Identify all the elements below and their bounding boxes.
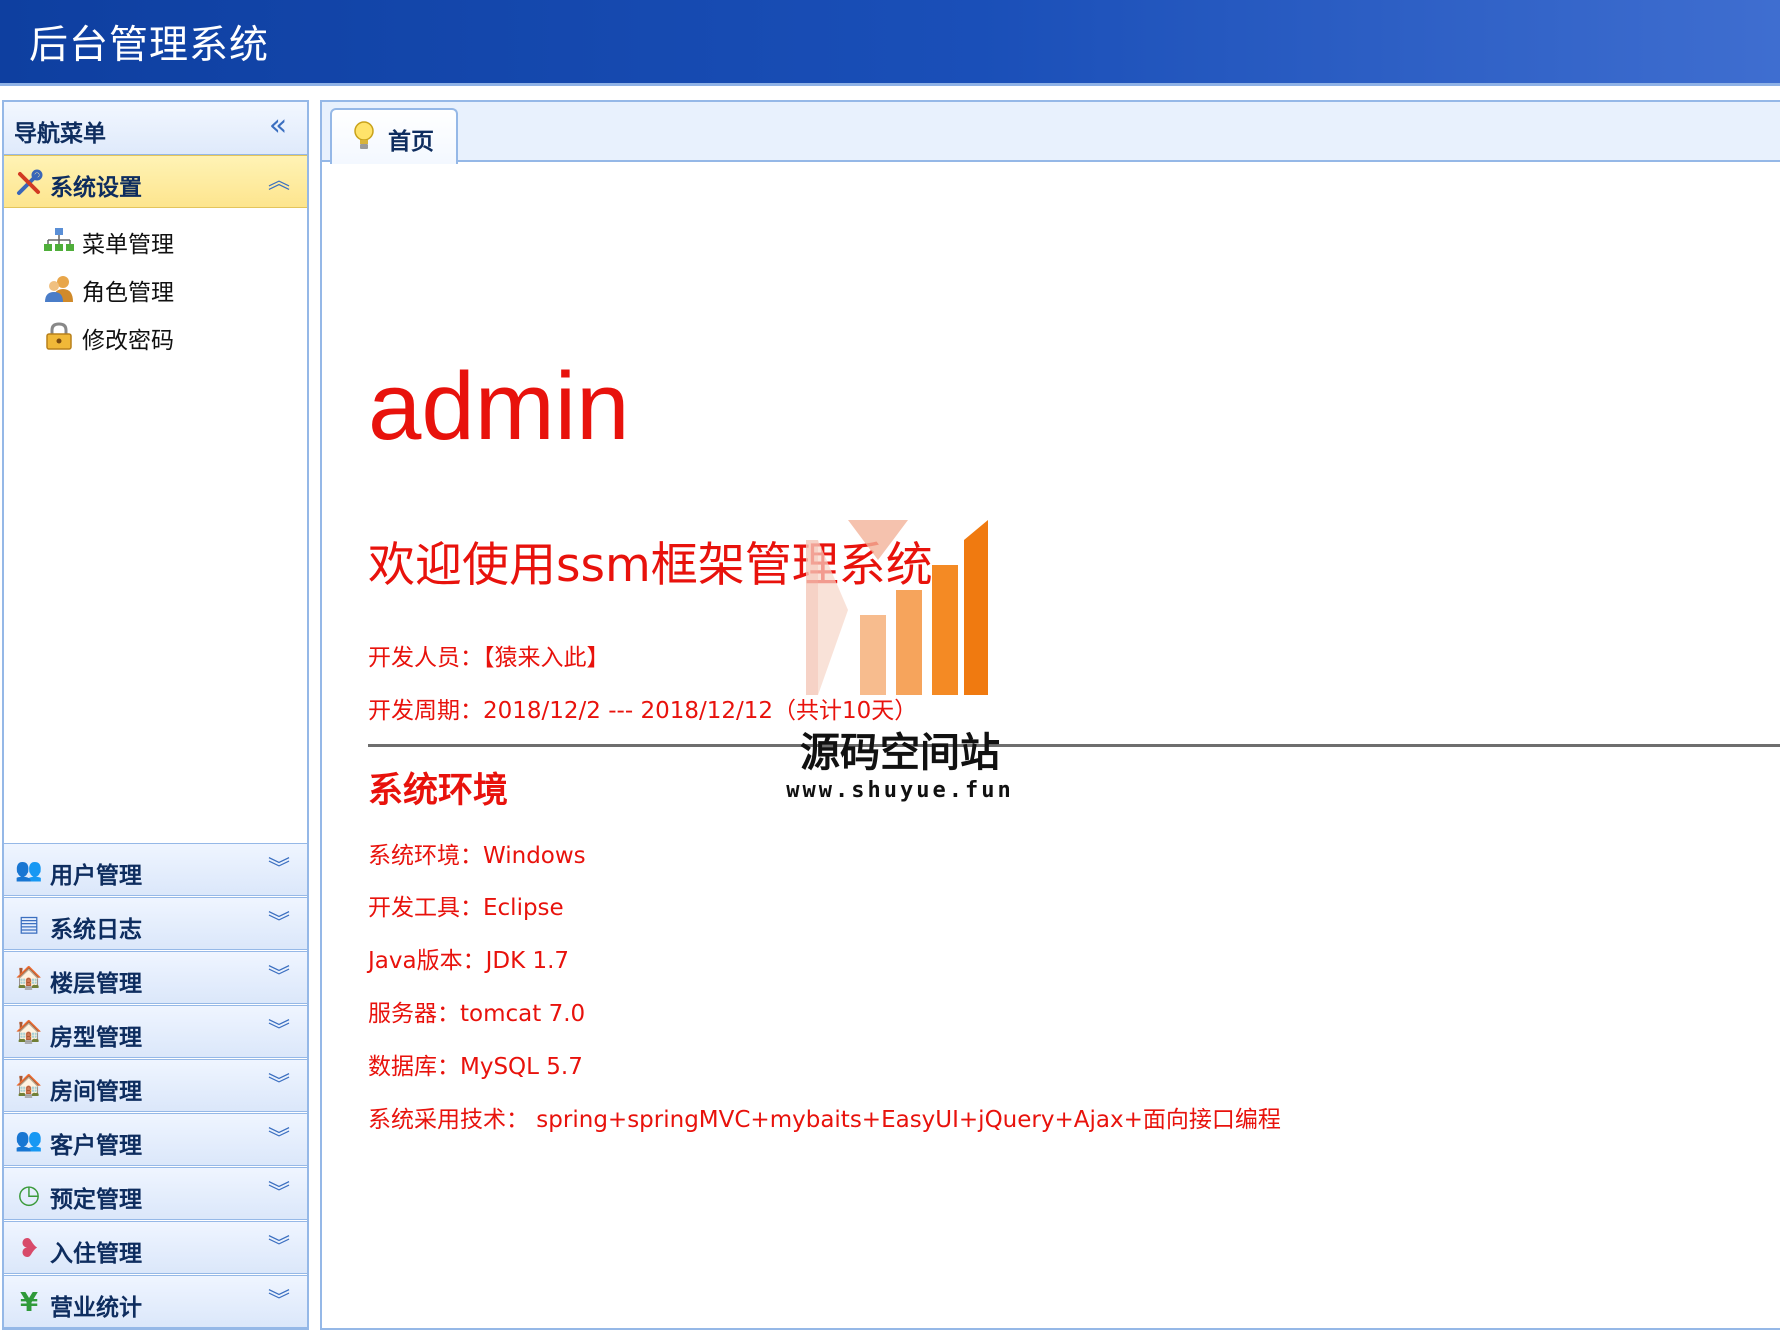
panel-system-settings[interactable]: 系统设置 ︽	[4, 155, 307, 208]
env-technologies: 系统采用技术： spring+springMVC+mybaits+EasyUI+…	[368, 1107, 1281, 1133]
panel-customer-management[interactable]: 👥 客户管理 ︾	[4, 1113, 307, 1166]
chevron-down-icon[interactable]: ︾	[265, 1126, 293, 1154]
panel-title: 营业统计	[50, 1295, 142, 1321]
chevron-down-icon[interactable]: ︾	[265, 910, 293, 938]
panel-title: 系统设置	[50, 175, 142, 201]
house-icon: 🏠	[15, 966, 43, 991]
panel-floor-management[interactable]: 🏠 楼层管理 ︾	[4, 951, 307, 1004]
chevron-down-icon[interactable]: ︾	[265, 1288, 293, 1316]
tab-strip: 首页	[322, 102, 1780, 164]
collapse-sidebar-icon[interactable]: «	[263, 111, 293, 142]
tools-icon	[14, 168, 44, 198]
chevron-down-icon[interactable]: ︾	[265, 856, 293, 884]
developer-info: 开发人员：【猿来入此】	[368, 645, 610, 671]
panel-reservation-management[interactable]: ◷ 预定管理 ︾	[4, 1167, 307, 1220]
panel-title: 系统日志	[50, 917, 142, 943]
submenu-item-menu-management[interactable]: 菜单管理	[44, 222, 294, 258]
panel-title: 用户管理	[50, 863, 142, 889]
app-title: 后台管理系统	[29, 23, 270, 68]
submenu-item-role-management[interactable]: 角色管理	[44, 270, 294, 306]
chevron-down-icon[interactable]: ︾	[265, 964, 293, 992]
chevron-down-icon[interactable]: ︾	[265, 1180, 293, 1208]
panel-title: 入住管理	[50, 1241, 142, 1267]
tab-label: 首页	[388, 129, 434, 155]
nav-header: 导航菜单 «	[4, 102, 307, 155]
sitemap-icon	[44, 225, 74, 255]
panel-title: 房型管理	[50, 1025, 142, 1051]
tab-home[interactable]: 首页	[330, 108, 458, 164]
log-icon: ▤	[18, 912, 40, 937]
home-content: admin 欢迎使用ssm框架管理系统 开发人员：【猿来入此】 开发周期：201…	[322, 164, 1780, 1328]
checkin-icon: ❥	[18, 1234, 40, 1264]
development-period: 开发周期：2018/12/2 --- 2018/12/12（共计10天）	[368, 698, 918, 724]
panel-user-management[interactable]: 👥 用户管理 ︾	[4, 843, 307, 896]
users-icon	[44, 273, 74, 303]
env-ide: 开发工具：Eclipse	[368, 895, 564, 921]
submenu-label: 角色管理	[82, 280, 174, 306]
env-java-version: Java版本：JDK 1.7	[368, 948, 570, 974]
env-os: 系统环境：Windows	[368, 843, 586, 869]
main-tab-container: 首页 admin 欢迎使用ssm框架管理系统 开发人员：【猿来入此】 开发周期：…	[320, 100, 1780, 1330]
panel-room-management[interactable]: 🏠 房间管理 ︾	[4, 1059, 307, 1112]
key-lock-icon	[44, 321, 74, 351]
house-icon: 🏠	[15, 1074, 43, 1099]
app-header: 后台管理系统	[0, 0, 1780, 86]
panel-title: 房间管理	[50, 1079, 142, 1105]
panel-title: 楼层管理	[50, 971, 142, 997]
chevron-down-icon[interactable]: ︾	[265, 1072, 293, 1100]
lightbulb-icon	[354, 121, 374, 149]
nav-header-title: 导航菜单	[14, 121, 106, 147]
panel-room-type-management[interactable]: 🏠 房型管理 ︾	[4, 1005, 307, 1058]
submenu-item-change-password[interactable]: 修改密码	[44, 318, 294, 354]
user-icon: 👥	[15, 858, 43, 883]
admin-name: admin	[368, 353, 630, 460]
panel-title: 客户管理	[50, 1133, 142, 1159]
chevron-down-icon[interactable]: ︾	[265, 1018, 293, 1046]
env-section-title: 系统环境	[368, 771, 509, 811]
welcome-message: 欢迎使用ssm框架管理系统	[368, 538, 933, 593]
clock-icon: ◷	[17, 1180, 41, 1210]
chevron-up-icon[interactable]: ︽	[265, 168, 293, 196]
house-icon: 🏠	[15, 1020, 43, 1045]
chevron-down-icon[interactable]: ︾	[265, 1234, 293, 1262]
yen-icon: ¥	[19, 1288, 39, 1318]
navigation-sidebar: 导航菜单 « 系统设置 ︽ 菜单管理 角色管理 修改密码 👥 用户管理 ︾ ▤ …	[2, 100, 309, 1330]
divider	[368, 744, 1780, 747]
panel-title: 预定管理	[50, 1187, 142, 1213]
panel-system-log[interactable]: ▤ 系统日志 ︾	[4, 897, 307, 950]
panel-revenue-statistics[interactable]: ¥ 营业统计 ︾	[4, 1275, 307, 1328]
env-database: 数据库：MySQL 5.7	[368, 1054, 583, 1080]
panel-checkin-management[interactable]: ❥ 入住管理 ︾	[4, 1221, 307, 1274]
submenu-label: 修改密码	[82, 328, 174, 354]
env-server: 服务器：tomcat 7.0	[368, 1001, 586, 1027]
submenu-label: 菜单管理	[82, 232, 174, 258]
customers-icon: 👥	[15, 1128, 43, 1153]
